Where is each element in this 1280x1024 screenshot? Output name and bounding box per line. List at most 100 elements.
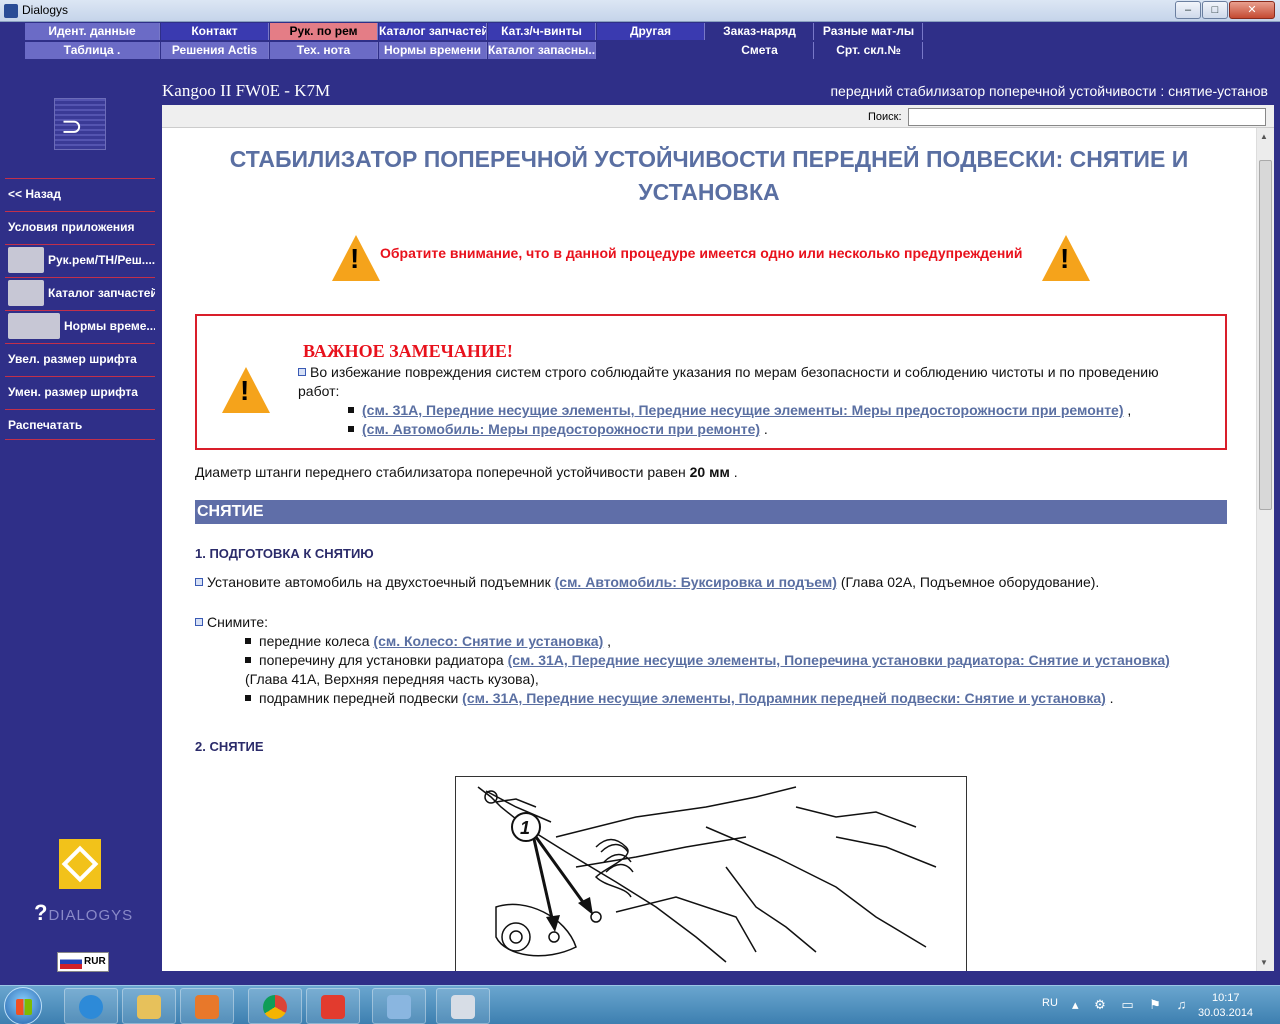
sidebar-item-labour-times[interactable]: Нормы време... bbox=[5, 310, 155, 341]
warning-icon bbox=[222, 367, 270, 413]
menu-estimate[interactable]: Смета bbox=[706, 42, 814, 59]
scroll-up-icon[interactable]: ▲ bbox=[1260, 132, 1268, 141]
parts-catalog-icon bbox=[8, 279, 44, 306]
taskbar-java[interactable] bbox=[436, 988, 490, 1024]
list-item: подрамник передней подвески (см. 31A, Пе… bbox=[245, 689, 1114, 708]
search-label: Поиск: bbox=[868, 111, 902, 123]
link-suffix: , bbox=[1123, 402, 1132, 418]
diameter-value: 20 мм bbox=[689, 464, 730, 480]
callout-arrow bbox=[532, 838, 556, 928]
step1-text: Установите автомобиль на двухстоечный по… bbox=[207, 574, 555, 590]
sidebar-item-repair-manual[interactable]: Рук.рем/ТН/Реш.... bbox=[5, 244, 155, 275]
bullet-icon bbox=[245, 657, 251, 663]
taskbar-yandex[interactable] bbox=[306, 988, 360, 1024]
taskbar-explorer[interactable] bbox=[122, 988, 176, 1024]
remove-item-text: поперечину для установки радиатора bbox=[259, 652, 508, 668]
callout-label: 1 bbox=[520, 818, 530, 838]
menu-parts-screws[interactable]: Кат.з/ч-винты bbox=[488, 23, 596, 40]
menu-contact[interactable]: Контакт bbox=[161, 23, 269, 40]
sidebar-item-font-decrease[interactable]: Умен. размер шрифта bbox=[5, 376, 155, 407]
chrome-icon bbox=[263, 995, 287, 1019]
remove-item-continuation: (Глава 41A, Верхняя передняя часть кузов… bbox=[245, 671, 539, 687]
clock-time[interactable]: 10:17 bbox=[1212, 992, 1240, 1004]
document-viewer: Поиск: ▲ ▼ СТАБИЛИЗАТОР ПОПЕРЕЧНОЙ УСТОЙ… bbox=[162, 105, 1274, 971]
bullet-icon bbox=[348, 407, 354, 413]
dialogys-logo: ?DIALOGYS bbox=[34, 900, 134, 925]
internet-explorer-icon bbox=[79, 995, 103, 1019]
search-bar: Поиск: bbox=[162, 105, 1274, 128]
link-precautions-31a[interactable]: (см. 31A, Передние несущие элементы, Пер… bbox=[362, 402, 1124, 418]
window-titlebar: Dialogys ‒ □ ✕ bbox=[0, 0, 1280, 22]
warning-note: Обратите внимание, что в данной процедур… bbox=[380, 245, 1023, 261]
warning-icon bbox=[1042, 235, 1090, 281]
link-towing-lifting[interactable]: (см. Автомобиль: Буксировка и подъем) bbox=[555, 574, 837, 590]
page-title: СТАБИЛИЗАТОР ПОПЕРЕЧНОЙ УСТОЙЧИВОСТИ ПЕР… bbox=[229, 146, 1189, 205]
link-radiator-crossmember[interactable]: (см. 31A, Передние несущие элементы, Поп… bbox=[508, 652, 1170, 668]
step2-heading: 2. СНЯТИЕ bbox=[195, 739, 264, 754]
sidebar-item-label: Рук.рем/ТН/Реш.... bbox=[48, 253, 155, 267]
sidebar: ⊃ << Назад Условия приложения Рук.рем/ТН… bbox=[0, 62, 160, 972]
menu-actis-solutions[interactable]: Решения Actis bbox=[161, 42, 269, 59]
warning-icon bbox=[332, 235, 380, 281]
step1-instruction: Установите автомобиль на двухстоечный по… bbox=[195, 573, 1099, 592]
close-button[interactable]: ✕ bbox=[1229, 1, 1275, 19]
menu-parts-catalog[interactable]: Каталог запчастей bbox=[379, 23, 487, 40]
menu-spare-parts-catalog[interactable]: Каталог запасны... bbox=[488, 42, 596, 59]
sidebar-item-label: Каталог запчастей bbox=[48, 286, 155, 300]
sidebar-item-back[interactable]: << Назад bbox=[5, 178, 155, 209]
sidebar-item-terms[interactable]: Условия приложения bbox=[5, 211, 155, 242]
tray-icons[interactable]: ▴ ⚙ ▭ ⚑ ♫ bbox=[1072, 997, 1192, 1013]
minimize-button[interactable]: ‒ bbox=[1175, 1, 1201, 19]
sidebar-item-print[interactable]: Распечатать bbox=[5, 409, 155, 440]
taskbar-ie[interactable] bbox=[64, 988, 118, 1024]
app-icon bbox=[4, 4, 18, 18]
diameter-note: Диаметр штанги переднего стабилизатора п… bbox=[195, 463, 738, 482]
menu-repair-manual[interactable]: Рук. по рем bbox=[270, 23, 378, 40]
menu-other[interactable]: Другая bbox=[597, 23, 705, 40]
menu-work-order[interactable]: Заказ-наряд bbox=[706, 23, 814, 40]
link-suffix: , bbox=[603, 633, 612, 649]
breadcrumb: передний стабилизатор поперечной устойчи… bbox=[830, 83, 1268, 99]
remove-item-text: передние колеса bbox=[259, 633, 374, 649]
step1-suffix: (Глава 02A, Подъемное оборудование). bbox=[836, 574, 1100, 590]
scroll-down-icon[interactable]: ▼ bbox=[1260, 958, 1268, 967]
taskbar-chrome[interactable] bbox=[248, 988, 302, 1024]
taskbar: RU ▴ ⚙ ▭ ⚑ ♫ 10:17 30.03.2014 bbox=[0, 985, 1280, 1024]
link-suffix: . bbox=[760, 421, 768, 437]
window-title: Dialogys bbox=[22, 3, 69, 17]
menu-ident-data[interactable]: Идент. данные bbox=[25, 23, 160, 40]
taskbar-media[interactable] bbox=[180, 988, 234, 1024]
link-precautions-vehicle[interactable]: (см. Автомобиль: Меры предосторожности п… bbox=[362, 421, 760, 437]
vertical-scrollbar[interactable]: ▲ ▼ bbox=[1256, 128, 1274, 971]
link-suffix: . bbox=[1105, 690, 1114, 706]
input-language[interactable]: RU bbox=[1042, 997, 1058, 1009]
list-item: (см. Автомобиль: Меры предосторожности п… bbox=[348, 420, 768, 439]
scroll-thumb[interactable] bbox=[1259, 160, 1272, 510]
language-selector[interactable]: RUR bbox=[57, 952, 109, 972]
suspension-diagram: 1 bbox=[477, 786, 937, 963]
list-item: передние колеса (см. Колесо: Снятие и ус… bbox=[245, 632, 611, 651]
sidebar-item-parts-catalog[interactable]: Каталог запчастей bbox=[5, 277, 155, 308]
maximize-button[interactable]: □ bbox=[1202, 1, 1228, 19]
menu-labour-times[interactable]: Нормы времени bbox=[379, 42, 487, 59]
clock-date[interactable]: 30.03.2014 bbox=[1198, 1007, 1253, 1019]
link-subframe[interactable]: (см. 31A, Передние несущие элементы, Под… bbox=[462, 690, 1106, 706]
bullet-icon bbox=[245, 638, 251, 644]
menu-tech-note[interactable]: Тех. нота bbox=[270, 42, 378, 59]
bullet-icon bbox=[298, 368, 306, 376]
menu-misc-materials[interactable]: Разные мат-лы bbox=[815, 23, 923, 40]
menu-table[interactable]: Таблица . bbox=[25, 42, 160, 59]
menu-stock-number[interactable]: Срт. скл.№ bbox=[815, 42, 923, 59]
sidebar-item-font-increase[interactable]: Увел. размер шрифта bbox=[5, 343, 155, 374]
start-button[interactable] bbox=[4, 987, 42, 1024]
list-item: поперечину для установки радиатора (см. … bbox=[245, 651, 1170, 670]
taskbar-dialogys[interactable] bbox=[372, 988, 426, 1024]
search-input[interactable] bbox=[908, 108, 1266, 126]
link-wheel[interactable]: (см. Колесо: Снятие и установка) bbox=[373, 633, 603, 649]
remove-label: Снимите: bbox=[195, 613, 268, 632]
language-code: RUR bbox=[84, 956, 106, 967]
bullet-icon bbox=[195, 578, 203, 586]
speaker-app-icon bbox=[387, 995, 411, 1019]
vehicle-title: Kangoo II FW0E - K7M bbox=[162, 81, 331, 100]
labour-times-icon bbox=[8, 312, 60, 339]
